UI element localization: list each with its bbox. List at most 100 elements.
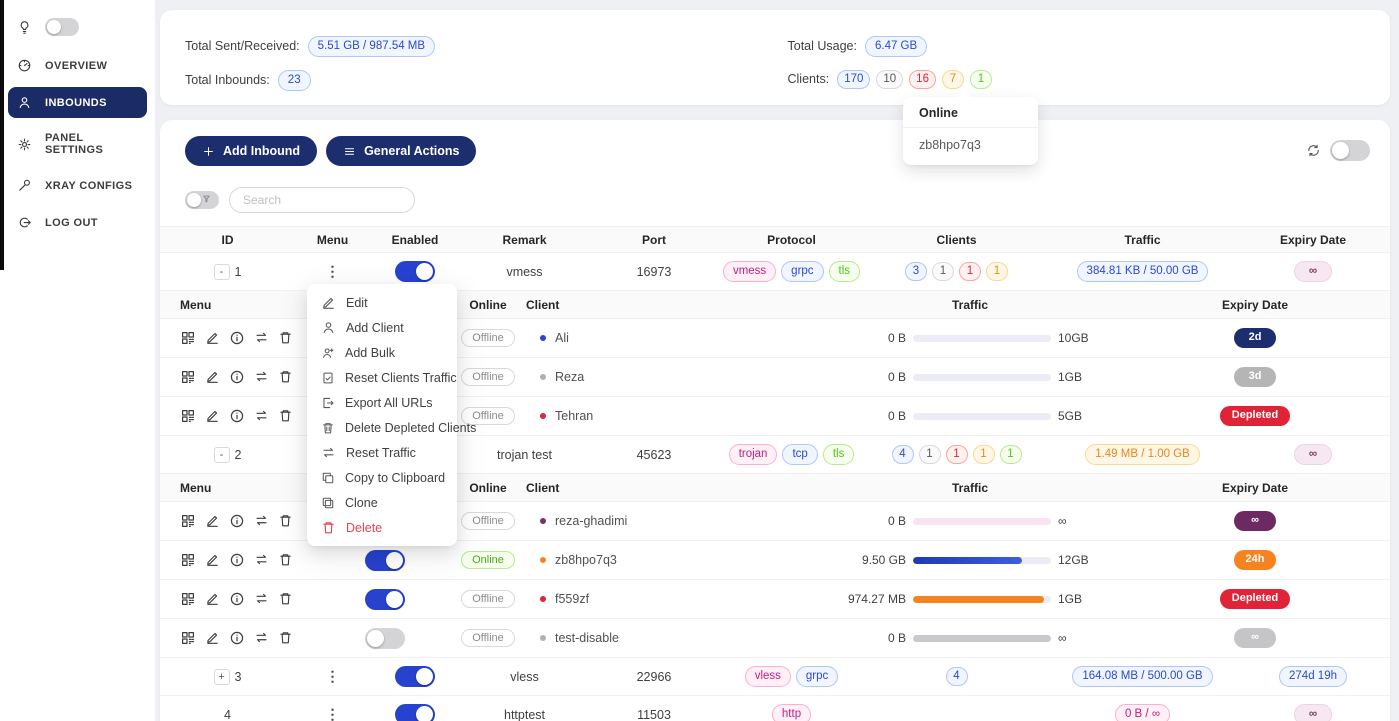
sidebar-item-overview[interactable]: OVERVIEW (8, 50, 147, 81)
context-menu-item-add-client[interactable]: Add Client (307, 315, 457, 340)
client-count-pill[interactable]: 10 (876, 70, 903, 89)
context-menu-item-edit[interactable]: Edit (307, 290, 457, 315)
sidebar-item-label: OVERVIEW (45, 60, 107, 72)
client-status-cell: Offline (450, 512, 526, 530)
client-count-pill[interactable]: 16 (909, 70, 936, 89)
toggle-knob (416, 668, 433, 685)
reset-traffic-icon[interactable] (254, 513, 269, 529)
context-menu-item-copy-to-clipboard[interactable]: Copy to Clipboard (307, 465, 457, 490)
info-icon[interactable] (229, 513, 245, 529)
protocol-tag: vless (745, 666, 791, 687)
context-menu-item-reset-traffic[interactable]: Reset Traffic (307, 440, 457, 465)
delete-icon[interactable] (278, 552, 293, 568)
client-enabled-toggle[interactable] (365, 550, 405, 571)
client-count-pill[interactable]: 1 (919, 445, 941, 464)
delete-icon[interactable] (278, 330, 293, 346)
sidebar-item-log-out[interactable]: LOG OUT (8, 207, 147, 238)
context-menu-item-export-all-urls[interactable]: Export All URLs (307, 390, 457, 415)
edit-icon[interactable] (205, 408, 220, 424)
client-count-pill[interactable]: 7 (942, 70, 964, 89)
edit-icon[interactable] (205, 591, 220, 607)
swap-icon (321, 445, 336, 460)
enabled-toggle[interactable] (395, 666, 435, 687)
expand-button[interactable]: + (214, 669, 230, 685)
context-menu-item-reset-clients-traffic[interactable]: Reset Clients Traffic (307, 365, 457, 390)
popover-title: Online (903, 97, 1038, 128)
search-input[interactable] (229, 187, 415, 213)
reset-traffic-icon[interactable] (254, 591, 269, 607)
sidebar-item-panel-settings[interactable]: PANEL SETTINGS (8, 124, 147, 164)
delete-icon[interactable] (278, 591, 293, 607)
qrcode-icon[interactable] (180, 552, 196, 568)
edit-icon[interactable] (205, 369, 220, 385)
status-badge: Offline (461, 368, 515, 386)
qrcode-icon[interactable] (180, 330, 196, 346)
edit-icon[interactable] (205, 630, 220, 646)
enabled-toggle[interactable] (395, 261, 435, 282)
reset-traffic-icon[interactable] (254, 552, 269, 568)
client-name-cell: zb8hpo7q3 (526, 553, 820, 567)
info-icon[interactable] (229, 552, 245, 568)
reset-traffic-icon[interactable] (254, 369, 269, 385)
info-icon[interactable] (229, 408, 245, 424)
edit-icon[interactable] (205, 513, 220, 529)
info-icon[interactable] (229, 591, 245, 607)
add-inbound-button[interactable]: Add Inbound (185, 136, 317, 166)
collapse-button[interactable]: - (214, 264, 230, 280)
delete-icon[interactable] (278, 630, 293, 646)
client-count-pill[interactable]: 4 (892, 445, 914, 464)
delete-icon[interactable] (278, 408, 293, 424)
client-enabled-toggle[interactable] (365, 589, 405, 610)
qrcode-icon[interactable] (180, 630, 196, 646)
client-count-pill[interactable]: 4 (946, 667, 968, 686)
info-icon[interactable] (229, 330, 245, 346)
inbound-id-cell: 4 (160, 708, 295, 721)
context-menu-item-label: Reset Traffic (346, 446, 416, 460)
qrcode-icon[interactable] (180, 591, 196, 607)
reset-traffic-icon[interactable] (254, 408, 269, 424)
sidebar-item-xray-configs[interactable]: XRAY CONFIGS (8, 170, 147, 201)
row-menu-button[interactable]: ⋮ (326, 706, 340, 721)
inbound-protocols: vmessgrpctls (719, 261, 864, 282)
context-menu-item-delete-depleted-clients[interactable]: Delete Depleted Clients (307, 415, 457, 440)
client-enabled-toggle[interactable] (365, 628, 405, 649)
client-count-pill[interactable]: 1 (973, 445, 995, 464)
client-count-pill[interactable]: 1 (1000, 445, 1022, 464)
row-menu-button[interactable]: ⋮ (326, 668, 340, 685)
dark-mode-toggle[interactable] (45, 18, 79, 36)
qrcode-icon[interactable] (180, 513, 196, 529)
reset-traffic-icon[interactable] (254, 330, 269, 346)
edit-icon[interactable] (205, 330, 220, 346)
context-menu-item-label: Add Client (346, 321, 404, 335)
delete-icon[interactable] (278, 513, 293, 529)
filter-toggle[interactable] (185, 191, 219, 209)
qrcode-icon[interactable] (180, 369, 196, 385)
context-menu-item-label: Edit (346, 296, 368, 310)
qrcode-icon[interactable] (180, 408, 196, 424)
client-name-cell: Tehran (526, 409, 820, 423)
refresh-icon[interactable] (1306, 143, 1321, 158)
context-menu-item-delete[interactable]: Delete (307, 515, 457, 540)
general-actions-button[interactable]: General Actions (326, 136, 476, 166)
reset-traffic-icon[interactable] (254, 630, 269, 646)
collapse-button[interactable]: - (214, 447, 230, 463)
sidebar-item-inbounds[interactable]: INBOUNDS (8, 87, 147, 118)
info-icon[interactable] (229, 369, 245, 385)
client-count-pill[interactable]: 1 (959, 262, 981, 281)
client-count-pill[interactable]: 3 (905, 262, 927, 281)
context-menu-item-add-bulk[interactable]: Add Bulk (307, 340, 457, 365)
info-icon[interactable] (229, 630, 245, 646)
row-menu-button[interactable]: ⋮ (326, 263, 340, 280)
client-count-pill[interactable]: 1 (932, 262, 954, 281)
traffic-progress-bar (913, 518, 1051, 525)
context-menu-item-clone[interactable]: Clone (307, 490, 457, 515)
client-count-pill[interactable]: 1 (946, 445, 968, 464)
client-count-pill[interactable]: 1 (970, 70, 992, 89)
client-count-pill[interactable]: 170 (837, 70, 870, 89)
column-header: Menu (295, 233, 370, 247)
client-count-pill[interactable]: 1 (986, 262, 1008, 281)
auto-refresh-toggle[interactable] (1330, 140, 1370, 161)
edit-icon[interactable] (205, 552, 220, 568)
enabled-toggle[interactable] (395, 704, 435, 721)
delete-icon[interactable] (278, 369, 293, 385)
